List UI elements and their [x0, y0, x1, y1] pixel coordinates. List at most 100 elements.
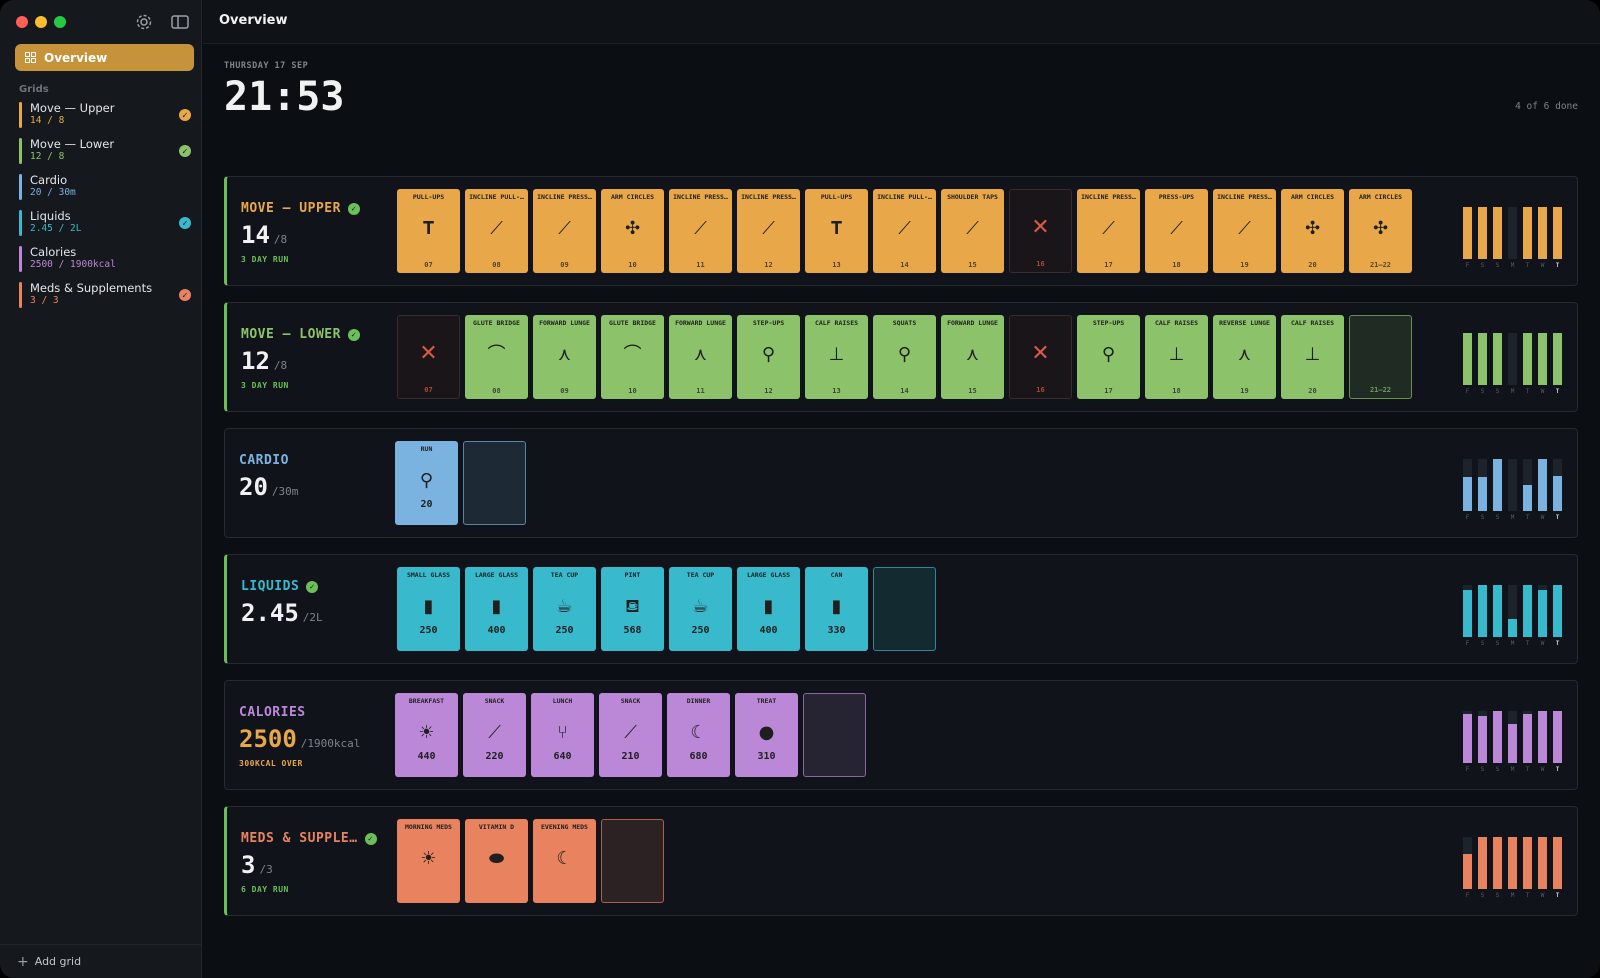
entry-tile[interactable]: BREAKFAST ☀ 440: [395, 693, 458, 777]
spark-fill: [1478, 207, 1487, 259]
entry-tile[interactable]: GLUTE BRIDGE ⌒ 08: [465, 315, 528, 399]
entry-tile[interactable]: PRESS-UPS ⟋ 18: [1145, 189, 1208, 273]
entry-tile[interactable]: SQUATS ⚲ 14: [873, 315, 936, 399]
missed-tile[interactable]: ✕ 07: [397, 315, 460, 399]
entry-tile[interactable]: TEA CUP ☕ 250: [533, 567, 596, 651]
spark-bar: [1553, 711, 1562, 763]
entry-tile[interactable]: INCLINE PRESS… ⟋ 17: [1077, 189, 1140, 273]
empty-tile[interactable]: 21–22: [1349, 315, 1412, 399]
entry-tile[interactable]: EVENING MEDS ☾: [533, 819, 596, 903]
spark-bar: [1508, 459, 1517, 511]
entry-tile[interactable]: DINNER ☾ 680: [667, 693, 730, 777]
sidebar-grid-item[interactable]: Move — Lower 12 / 8 ✓: [19, 137, 191, 167]
entry-tile[interactable]: FORWARD LUNGE ⋏ 15: [941, 315, 1004, 399]
spark-bar: [1538, 459, 1547, 511]
grid-card[interactable]: MOVE — LOWER ✓ 12 /8 3 DAY RUN ✕ 07 GLUTE …: [224, 302, 1578, 412]
sidebar-grid-item[interactable]: Calories 2500 / 1900kcal: [19, 245, 191, 275]
sidebar-grid-item[interactable]: Cardio 20 / 30m: [19, 173, 191, 203]
tile-date: 12: [764, 387, 773, 395]
tile-label: INCLINE PRESS…: [1081, 193, 1136, 201]
entry-tile[interactable]: SNACK ⟋ 220: [463, 693, 526, 777]
entry-tile[interactable]: FORWARD LUNGE ⋏ 09: [533, 315, 596, 399]
entry-tile[interactable]: CALF RAISES ⊥ 13: [805, 315, 868, 399]
entry-tile[interactable]: CALF RAISES ⊥ 20: [1281, 315, 1344, 399]
spark-bar: [1463, 333, 1472, 385]
entry-tile[interactable]: MORNING MEDS ☀: [397, 819, 460, 903]
entry-tile[interactable]: STEP-UPS ⚲ 12: [737, 315, 800, 399]
empty-tile[interactable]: [601, 819, 664, 903]
tile-amount: 680: [689, 751, 708, 762]
entry-tile[interactable]: INCLINE PRESS… ⟋ 09: [533, 189, 596, 273]
entry-tile[interactable]: REVERSE LUNGE ⋏ 19: [1213, 315, 1276, 399]
sidebar-item-overview[interactable]: Overview: [15, 44, 194, 71]
zoom-window-button[interactable]: [54, 16, 66, 28]
spark-bar: [1478, 711, 1487, 763]
entry-tile[interactable]: TREAT ● 310: [735, 693, 798, 777]
close-window-button[interactable]: [16, 16, 28, 28]
grid-card[interactable]: MEDS & SUPPLE… ✓ 3 /3 6 DAY RUN MORNING ME…: [224, 806, 1578, 916]
entry-tile[interactable]: INCLINE PULL-… ⟋ 14: [873, 189, 936, 273]
sidebar-toggle-icon[interactable]: [170, 12, 190, 32]
missed-tile[interactable]: ✕ 16: [1009, 315, 1072, 399]
grid-card[interactable]: LIQUIDS ✓ 2.45 /2L SMALL GLASS ▮ 250 LARGE…: [224, 554, 1578, 664]
entry-tile[interactable]: ARM CIRCLES ✣ 21–22: [1349, 189, 1412, 273]
entry-tile[interactable]: INCLINE PRESS… ⟋ 12: [737, 189, 800, 273]
tile-date: 15: [968, 387, 977, 395]
spark-bar: [1493, 711, 1502, 763]
entry-tile[interactable]: LARGE GLASS ▮ 400: [737, 567, 800, 651]
entry-tile[interactable]: INCLINE PRESS… ⟋ 11: [669, 189, 732, 273]
missed-tile[interactable]: ✕ 16: [1009, 189, 1072, 273]
glass-icon: ▮: [491, 596, 502, 617]
entry-tile[interactable]: LARGE GLASS ▮ 400: [465, 567, 528, 651]
grid-card[interactable]: MOVE — UPPER ✓ 14 /8 3 DAY RUN PULL-UPS 𝐓 0…: [224, 176, 1578, 286]
sidebar-grid-item[interactable]: Meds & Supplements 3 / 3 ✓: [19, 281, 191, 311]
add-grid-button[interactable]: + Add grid: [0, 944, 202, 978]
entry-tile[interactable]: VITAMIN D ⬬: [465, 819, 528, 903]
entry-tile[interactable]: CALF RAISES ⊥ 18: [1145, 315, 1208, 399]
entry-tile[interactable]: CAN ▮ 330: [805, 567, 868, 651]
tile-amount: 250: [691, 625, 710, 636]
entry-tile[interactable]: SNACK ⟋ 210: [599, 693, 662, 777]
spark-bar: [1463, 837, 1472, 889]
entry-tile[interactable]: PINT ⛾ 568: [601, 567, 664, 651]
entry-tile[interactable]: GLUTE BRIDGE ⌒ 10: [601, 315, 664, 399]
minimize-window-button[interactable]: [35, 16, 47, 28]
teacup-icon: ☕: [692, 596, 709, 617]
entry-tile[interactable]: SMALL GLASS ▮ 250: [397, 567, 460, 651]
spark-bar: [1493, 207, 1502, 259]
gear-icon[interactable]: [134, 12, 154, 32]
entry-tile[interactable]: INCLINE PULL-… ⟋ 08: [465, 189, 528, 273]
card-goal: /8: [273, 359, 288, 372]
teacup-icon: ☕: [556, 596, 573, 617]
tile-date: 17: [1104, 387, 1113, 395]
calf-raises-icon: ⊥: [828, 344, 845, 365]
spark-fill: [1493, 585, 1502, 637]
entry-tile[interactable]: INCLINE PRESS… ⟋ 19: [1213, 189, 1276, 273]
entry-tile[interactable]: PULL-UPS 𝐓 13: [805, 189, 868, 273]
clock: 21:53: [224, 74, 345, 120]
can-icon: ▮: [831, 596, 842, 617]
entry-tile[interactable]: PULL-UPS 𝐓 07: [397, 189, 460, 273]
tile-label: PULL-UPS: [820, 193, 853, 201]
sidebar-grid-item[interactable]: Move — Upper 14 / 8 ✓: [19, 101, 191, 131]
entry-tile[interactable]: LUNCH ⑂ 640: [531, 693, 594, 777]
spark-fill: [1523, 713, 1532, 763]
entry-tile[interactable]: ARM CIRCLES ✣ 10: [601, 189, 664, 273]
entry-tile[interactable]: FORWARD LUNGE ⋏ 11: [669, 315, 732, 399]
empty-tile[interactable]: [803, 693, 866, 777]
glass-icon: ▮: [763, 596, 774, 617]
grid-card[interactable]: CALORIES 2500 /1900kcal 300KCAL OVER BREA…: [224, 680, 1578, 790]
entry-tile[interactable]: RUN ⚲ 20: [395, 441, 458, 525]
empty-tile[interactable]: [873, 567, 936, 651]
sidebar-grid-item[interactable]: Liquids 2.45 / 2L ✓: [19, 209, 191, 239]
tile-row: BREAKFAST ☀ 440 SNACK ⟋ 220 LUNCH ⑂ 640 SNA…: [395, 693, 866, 777]
entry-tile[interactable]: STEP-UPS ⚲ 17: [1077, 315, 1140, 399]
grid-name: Calories: [30, 245, 77, 259]
entry-tile[interactable]: TEA CUP ☕ 250: [669, 567, 732, 651]
tile-label: TEA CUP: [686, 571, 715, 579]
entry-tile[interactable]: SHOULDER TAPS ⟋ 15: [941, 189, 1004, 273]
tile-date: 18: [1172, 261, 1181, 269]
empty-tile[interactable]: [463, 441, 526, 525]
grid-card[interactable]: CARDIO 20 /30m RUN ⚲ 20 F S S M T W T: [224, 428, 1578, 538]
entry-tile[interactable]: ARM CIRCLES ✣ 20: [1281, 189, 1344, 273]
